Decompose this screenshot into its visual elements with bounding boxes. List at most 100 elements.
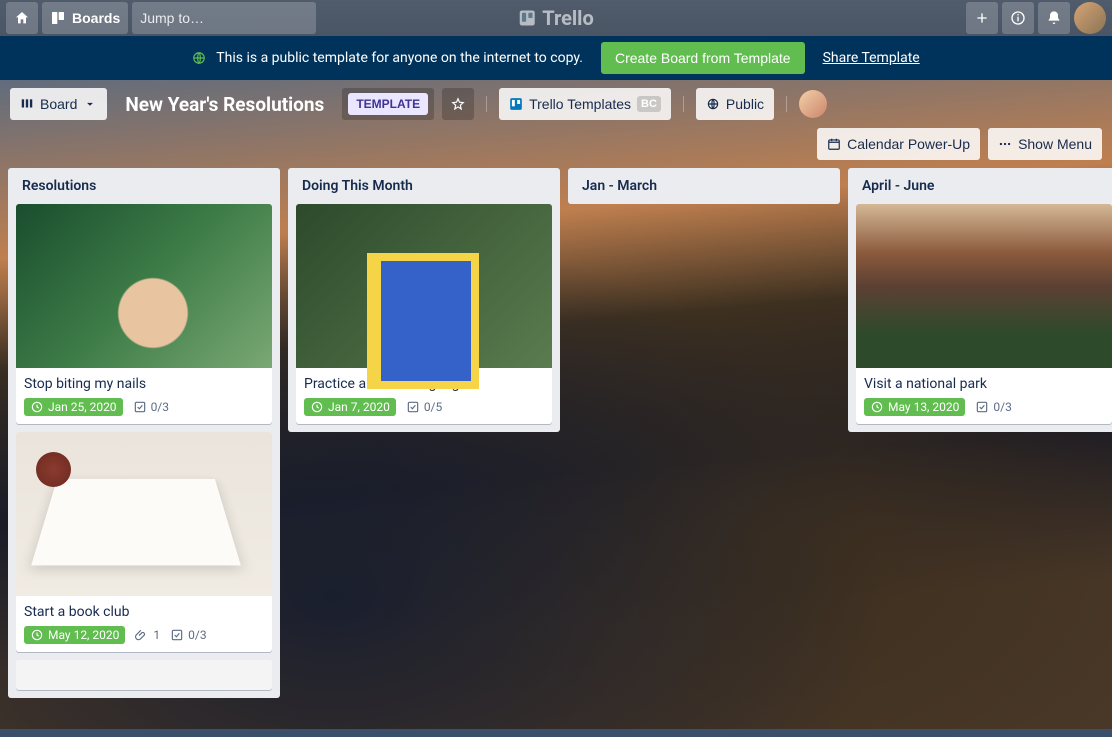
board-canvas[interactable]: Resolutions Stop biting my nails Jan 25, 2… [0,168,1112,737]
clock-icon [870,400,884,414]
card-cover [296,204,552,368]
due-badge: May 13, 2020 [864,398,965,416]
card[interactable]: Start a book club May 12, 2020 1 0/3 [16,432,272,652]
visibility-button[interactable]: Public [696,88,774,120]
calendar-icon [827,137,841,151]
globe-icon [192,51,206,65]
trello-icon [509,97,523,111]
topbar: Boards Trello [0,0,1112,36]
clock-icon [30,400,44,414]
list[interactable]: Jan - March [568,168,840,204]
card[interactable] [16,660,272,690]
add-button[interactable] [966,2,998,34]
search-wrap[interactable] [132,2,316,34]
card-badges: May 12, 2020 1 0/3 [24,626,264,644]
checklist-badge: 0/3 [133,400,169,414]
card-badges: Jan 7, 2020 0/5 [304,398,544,416]
card[interactable]: Stop biting my nails Jan 25, 2020 0/3 [16,204,272,424]
list-title[interactable]: Resolutions [16,176,272,196]
card-cover [16,432,272,596]
divider [786,96,787,112]
calendar-powerup-button[interactable]: Calendar Power-Up [817,128,980,160]
card[interactable]: Practice another languageJan 7, 20200/5 [296,204,552,424]
template-chip[interactable]: TEMPLATE [342,88,434,120]
checklist-badge: 0/5 [406,400,442,414]
notifications-button[interactable] [1038,2,1070,34]
board-view-icon [20,97,34,111]
workspace-label: Trello Templates [529,96,631,112]
banner-message: This is a public template for anyone on … [216,50,583,66]
brand-logo[interactable]: Trello [518,6,594,30]
bell-icon [1046,10,1062,26]
member-avatar[interactable] [799,90,827,118]
board-view-label: Board [40,96,77,112]
checklist-icon [975,400,989,414]
home-icon [14,10,30,26]
clock-icon [30,628,44,642]
share-template-link[interactable]: Share Template [823,50,920,66]
list[interactable]: Resolutions Stop biting my nails Jan 25, 2… [8,168,280,698]
user-avatar[interactable] [1074,2,1106,34]
template-banner: This is a public template for anyone on … [0,36,1112,80]
checklist-count: 0/3 [151,400,169,414]
brand-text: Trello [542,6,594,30]
checklist-count: 0/5 [424,400,442,414]
card-cover [16,204,272,368]
checklist-count: 0/3 [188,628,206,642]
clock-icon [310,400,324,414]
due-date: Jan 25, 2020 [48,400,117,414]
checklist-icon [133,400,147,414]
boards-label: Boards [72,10,120,26]
divider [486,96,487,112]
due-date: May 13, 2020 [888,400,959,414]
show-menu-label: Show Menu [1018,136,1092,152]
card-badges: Jan 25, 2020 0/3 [24,398,264,416]
board-view-button[interactable]: Board [10,88,107,120]
card-cover [16,660,272,690]
card-cover [856,204,1112,368]
boards-icon [50,10,66,26]
trello-logo-icon [518,9,536,27]
list[interactable]: Doing This MonthPractice another languag… [288,168,560,432]
board-title[interactable]: New Year's Resolutions [115,93,334,116]
search-input[interactable] [140,10,321,26]
create-board-button[interactable]: Create Board from Template [601,42,805,74]
checklist-icon [170,628,184,642]
divider [683,96,684,112]
workspace-pill: BC [637,96,661,112]
card-title: Start a book club [24,604,264,620]
list[interactable]: April - JuneVisit a national parkMay 13,… [848,168,1112,432]
boards-button[interactable]: Boards [42,2,128,34]
workspace-button[interactable]: Trello Templates BC [499,88,671,120]
calendar-label: Calendar Power-Up [847,136,970,152]
due-badge: May 12, 2020 [24,626,125,644]
attachment-icon [135,628,149,642]
due-date: Jan 7, 2020 [328,400,390,414]
show-menu-button[interactable]: Show Menu [988,128,1102,160]
globe-icon [706,97,720,111]
template-badge: TEMPLATE [348,93,428,115]
due-badge: Jan 7, 2020 [304,398,396,416]
card-badges: May 13, 2020 0/3 [864,398,1104,416]
checklist-badge: 0/3 [170,628,206,642]
list-title[interactable]: April - June [856,176,1112,196]
due-date: May 12, 2020 [48,628,119,642]
card[interactable]: Visit a national parkMay 13, 20200/3 [856,204,1112,424]
attachment-badge: 1 [135,628,160,642]
chevron-down-icon [83,97,97,111]
checklist-badge: 0/3 [975,400,1011,414]
card-title: Stop biting my nails [24,376,264,392]
home-button[interactable] [6,2,38,34]
list-title[interactable]: Doing This Month [296,176,552,196]
checklist-count: 0/3 [993,400,1011,414]
attachment-count: 1 [153,628,160,642]
info-icon [1010,10,1026,26]
info-button[interactable] [1002,2,1034,34]
star-button[interactable] [442,88,474,120]
visibility-label: Public [726,96,764,112]
due-badge: Jan 25, 2020 [24,398,123,416]
board-header: Board New Year's Resolutions TEMPLATE Tr… [0,80,1112,168]
plus-icon [974,10,990,26]
list-title[interactable]: Jan - March [576,176,832,196]
star-icon [451,97,465,111]
